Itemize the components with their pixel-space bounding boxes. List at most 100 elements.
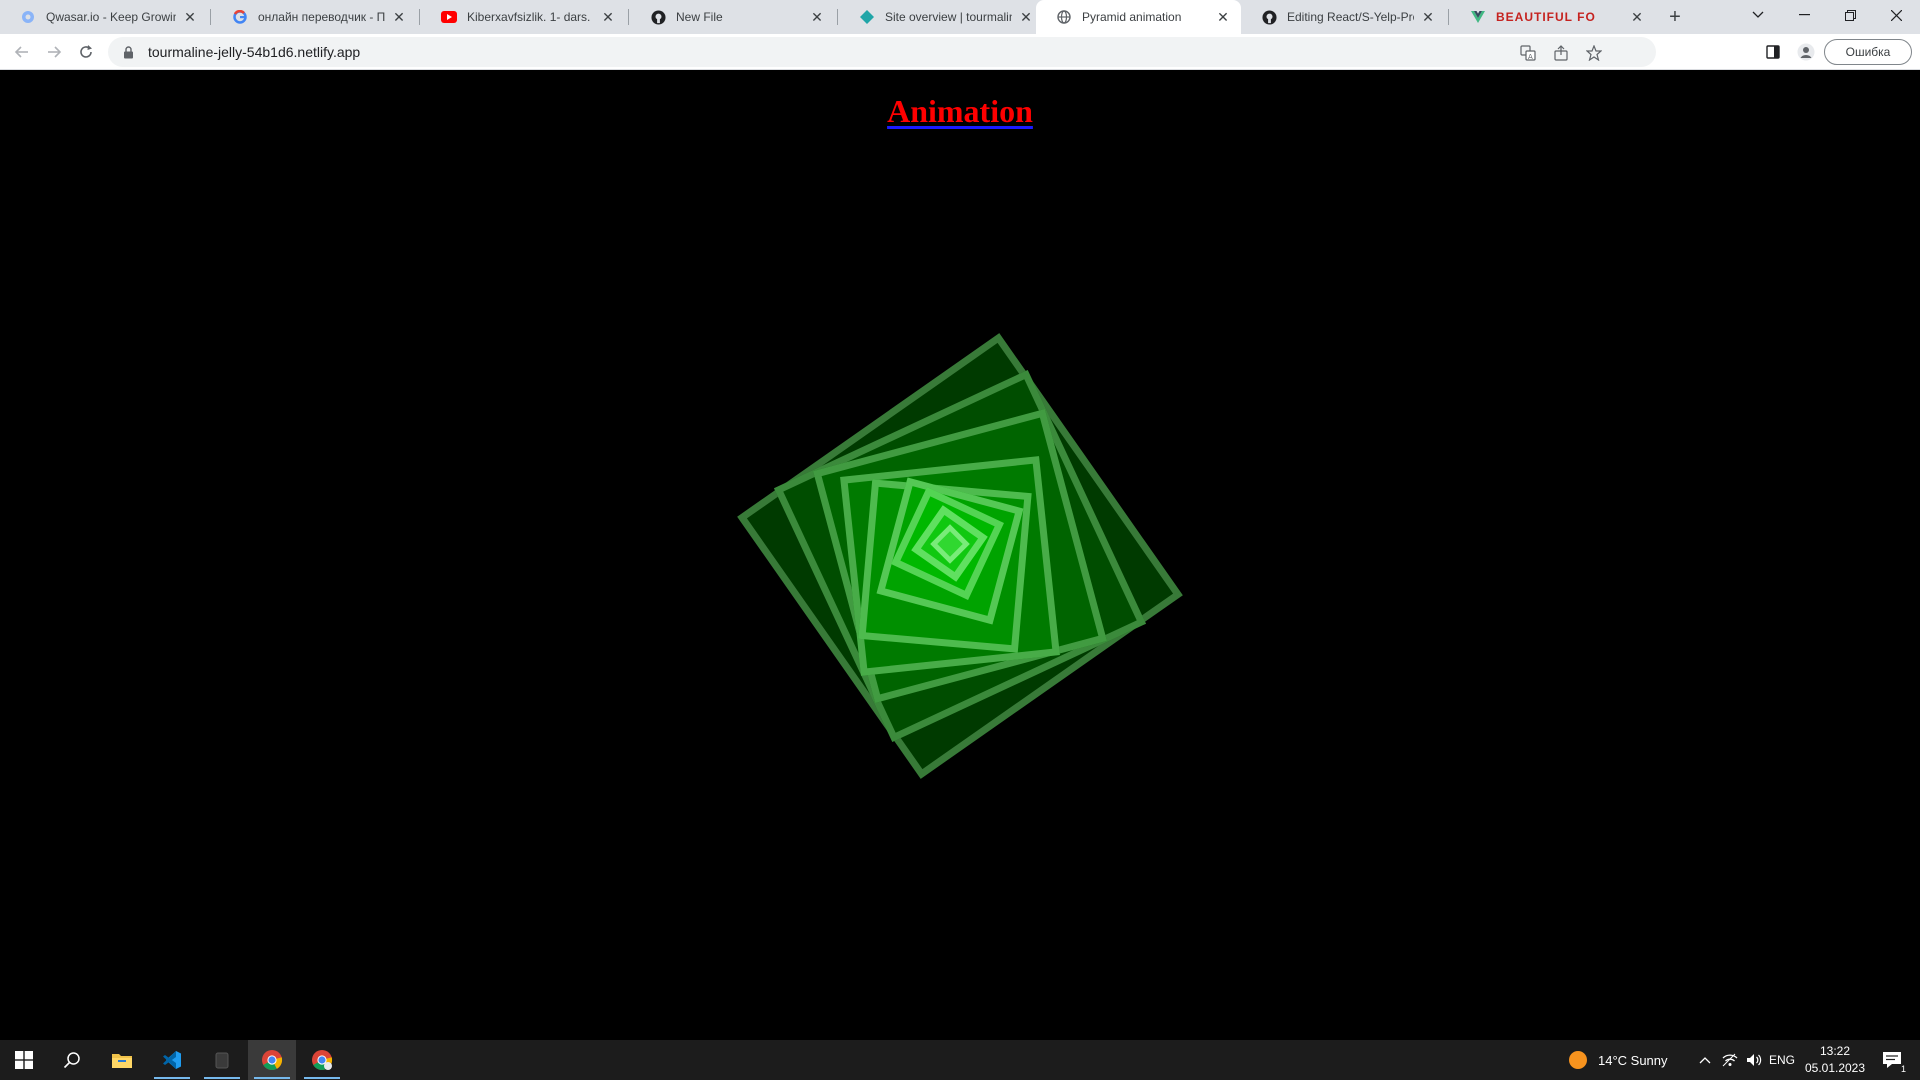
url-text: tourmaline-jelly-54b1d6.netlify.app [148,44,361,60]
minimize-icon [1798,14,1810,16]
tab-editing-react[interactable]: Editing React/S-Yelp-Proje ✕ [1241,0,1446,34]
running-indicator [254,1077,290,1079]
bookmark-star-icon[interactable] [1584,43,1604,63]
back-button[interactable] [8,38,36,66]
google-icon [232,9,248,25]
side-panel-icon[interactable] [1763,42,1783,62]
tab-translator[interactable]: онлайн переводчик - Пои ✕ [212,0,417,34]
search-icon [63,1052,80,1069]
tab-title: BEAUTIFUL FO [1496,10,1596,24]
vue-icon [1470,9,1486,25]
tab-title: Site overview | tourmaline [885,10,1012,24]
chrome-icon [312,1050,333,1071]
tab-title: Pyramid animation [1082,10,1182,24]
file-explorer-button[interactable] [98,1040,146,1080]
profile-avatar-icon[interactable] [1796,42,1816,62]
globe-icon [1056,9,1072,25]
svg-text:A: A [1528,53,1533,61]
tab-qwasar[interactable]: Qwasar.io - Keep Growing ✕ [0,0,208,34]
windows-logo-icon [15,1051,33,1069]
close-icon[interactable]: ✕ [391,9,407,25]
youtube-icon [441,9,457,25]
tab-title: онлайн переводчик - Пои [258,10,385,24]
browser-toolbar: tourmaline-jelly-54b1d6.netlify.app A Ош… [0,34,1920,70]
language-button[interactable]: ENG [1766,1040,1798,1080]
tab-new-file[interactable]: New File ✕ [630,0,835,34]
tab-title: Kiberxavfsizlik. 1- dars. Kib [467,10,594,24]
close-icon[interactable]: ✕ [1629,9,1645,25]
wifi-icon [1722,1053,1738,1067]
notification-button[interactable]: 1 [1872,1040,1912,1080]
address-bar[interactable]: tourmaline-jelly-54b1d6.netlify.app A [108,37,1656,67]
reload-icon [80,45,92,58]
arrow-left-icon [14,46,28,58]
chrome-profile-button[interactable] [298,1040,346,1080]
reload-button[interactable] [72,38,100,66]
volume-button[interactable] [1742,1040,1766,1080]
running-indicator [154,1077,190,1079]
clock-time: 13:22 [1819,1044,1851,1058]
minimize-button[interactable] [1781,0,1827,30]
tab-search-button[interactable] [1735,0,1781,30]
arrow-right-icon [48,46,62,58]
windows-taskbar: 14°C Sunny ENG 13:22 05.01.2023 1 [0,1040,1920,1080]
page-title: Animation [0,93,1920,130]
close-icon[interactable]: ✕ [809,9,825,25]
tab-title: Editing React/S-Yelp-Proje [1287,10,1414,24]
chevron-up-icon [1699,1057,1711,1064]
close-icon[interactable]: ✕ [182,9,198,25]
weather-widget[interactable]: 14°C Sunny [1568,1040,1688,1080]
vscode-button[interactable] [148,1040,196,1080]
notification-count: 1 [1900,1064,1906,1074]
close-window-button[interactable] [1873,0,1919,30]
qwasar-icon [20,9,36,25]
running-indicator [304,1077,340,1079]
translate-icon[interactable]: A [1518,43,1538,63]
tab-title: New File [676,10,723,24]
tab-strip: Qwasar.io - Keep Growing ✕ онлайн перево… [0,0,1920,34]
profile-error-button[interactable]: Ошибка [1824,39,1912,65]
netlify-icon [859,9,875,25]
page-content: Animation [0,71,1920,1040]
language-text: ENG [1768,1053,1795,1067]
tab-youtube[interactable]: Kiberxavfsizlik. 1- dars. Kib ✕ [421,0,626,34]
tab-divider [210,9,211,25]
chevron-down-icon [1752,11,1764,18]
sun-icon [1569,1051,1587,1069]
github-icon [650,9,666,25]
lock-icon[interactable] [120,44,136,60]
tab-divider [837,9,838,25]
close-icon[interactable]: ✕ [1018,9,1034,25]
page-title-text: Animation [887,93,1033,129]
close-icon [1890,9,1902,21]
restore-icon [1844,9,1856,21]
pinned-app-button[interactable] [198,1040,246,1080]
folder-icon [112,1054,132,1068]
restore-button[interactable] [1827,0,1873,30]
chrome-button[interactable] [248,1040,296,1080]
close-icon[interactable]: ✕ [1215,9,1231,25]
clock-date: 05.01.2023 [1804,1061,1866,1075]
tab-divider [419,9,420,25]
vscode-icon [163,1051,181,1069]
share-icon[interactable] [1551,43,1571,63]
chrome-icon [262,1050,283,1071]
tab-divider [628,9,629,25]
tab-divider [1448,9,1449,25]
network-button[interactable] [1718,1040,1742,1080]
close-icon[interactable]: ✕ [1420,9,1436,25]
tab-beautiful[interactable]: BEAUTIFUL FO ✕ [1450,0,1655,34]
new-tab-button[interactable]: + [1662,4,1688,30]
tab-netlify[interactable]: Site overview | tourmaline ✕ [839,0,1044,34]
clock[interactable]: 13:22 05.01.2023 [1800,1043,1870,1077]
start-button[interactable] [0,1040,48,1080]
github-icon [1261,9,1277,25]
app-icon [215,1052,229,1069]
tab-title: Qwasar.io - Keep Growing [46,10,176,24]
running-indicator [204,1077,240,1079]
show-hidden-icons-button[interactable] [1692,1040,1718,1080]
tab-pyramid-animation[interactable]: Pyramid animation ✕ [1036,0,1241,34]
search-button[interactable] [48,1040,96,1080]
forward-button[interactable] [40,38,68,66]
close-icon[interactable]: ✕ [600,9,616,25]
